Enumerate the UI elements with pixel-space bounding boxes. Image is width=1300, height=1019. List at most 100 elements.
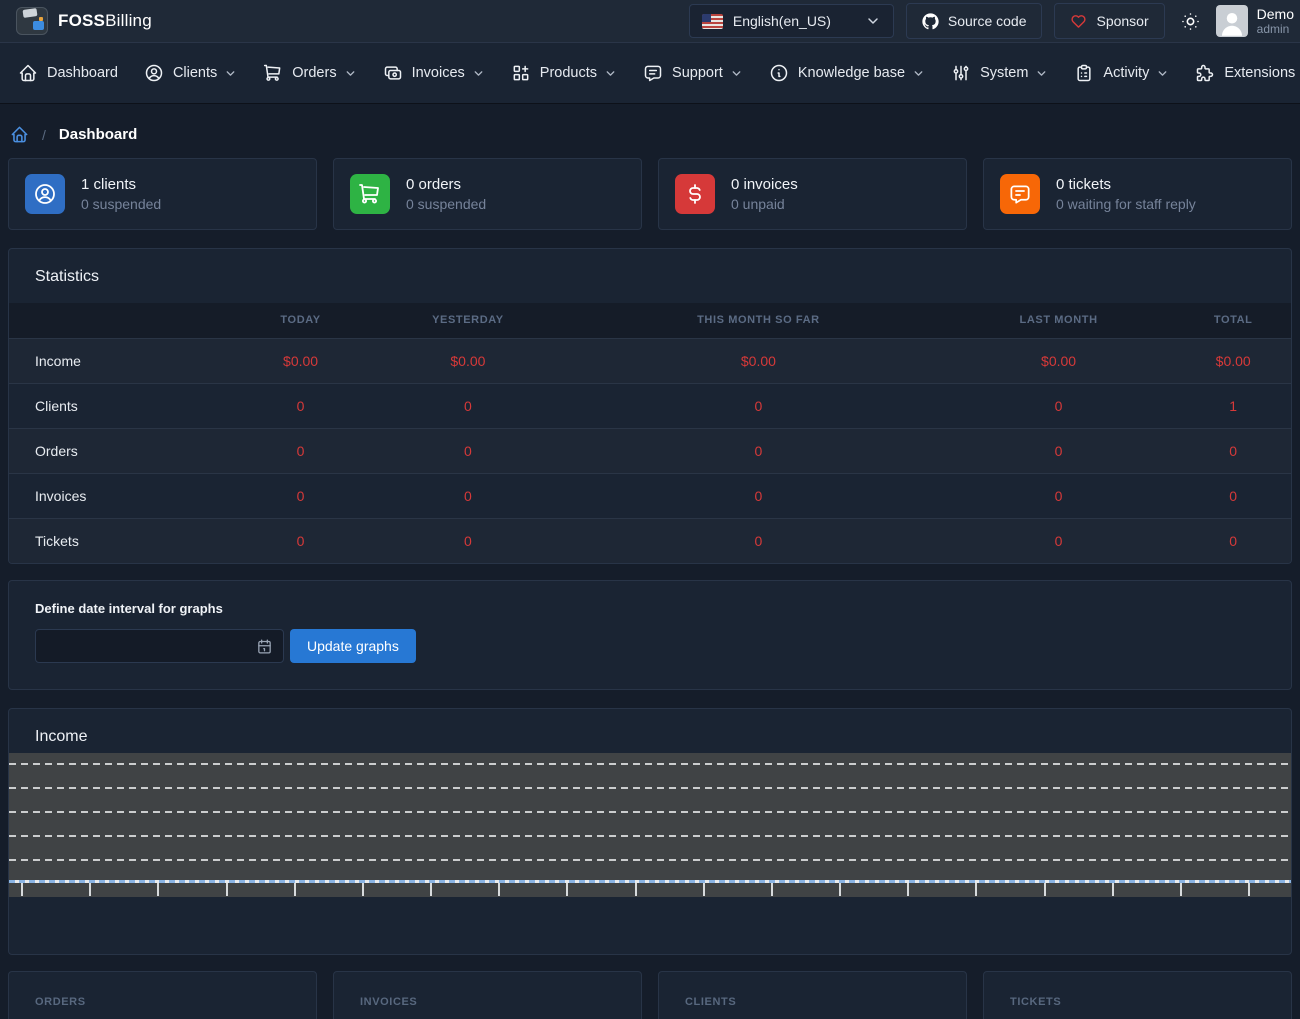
source-code-button[interactable]: Source code — [906, 3, 1043, 39]
message-icon — [1000, 174, 1040, 214]
cell-value: $0.00 — [575, 338, 942, 383]
breadcrumb-home-icon[interactable] — [10, 125, 29, 144]
row-label: Clients — [9, 383, 240, 428]
cell-value: 0 — [942, 473, 1176, 518]
cell-value: 0 — [575, 383, 942, 428]
chart-x-tick — [839, 883, 841, 896]
invoices-panel-title: Invoices — [360, 996, 615, 1008]
chart-x-tick — [703, 883, 705, 896]
chevron-down-icon — [344, 67, 357, 80]
nav-item-activity[interactable]: Activity — [1062, 54, 1181, 92]
nav-item-invoices[interactable]: Invoices — [371, 54, 497, 92]
nav-item-dashboard[interactable]: Dashboard — [6, 54, 130, 92]
stat-card-invoices[interactable]: 0 invoices 0 unpaid — [658, 158, 967, 230]
nav-item-system[interactable]: System — [939, 54, 1060, 92]
top-bar: FOSSBilling English(en_US) Source code S… — [0, 0, 1300, 42]
date-interval-label: Define date interval for graphs — [35, 601, 1265, 616]
table-row-income: Income $0.00 $0.00 $0.00 $0.00 $0.00 — [9, 338, 1291, 383]
income-chart-area[interactable] — [9, 753, 1291, 897]
puzzle-icon — [1195, 63, 1215, 83]
clients-panel: Clients — [658, 971, 967, 1019]
stat-card-orders[interactable]: 0 orders 0 suspended — [333, 158, 642, 230]
orders-panel-title: Orders — [35, 996, 290, 1008]
user-role: admin — [1257, 22, 1294, 36]
stat-subtitle: 0 suspended — [406, 195, 486, 214]
stat-title: 0 invoices — [731, 175, 798, 195]
bottom-cards-row: Orders Invoices Clients Tickets — [8, 971, 1292, 1019]
stat-subtitle: 0 waiting for staff reply — [1056, 195, 1196, 214]
nav-label: Dashboard — [47, 65, 118, 81]
user-circle-icon — [25, 174, 65, 214]
chart-x-tick — [975, 883, 977, 896]
stat-card-tickets[interactable]: 0 tickets 0 waiting for staff reply — [983, 158, 1292, 230]
clients-panel-title: Clients — [685, 996, 940, 1008]
row-label: Invoices — [9, 473, 240, 518]
nav-item-extensions[interactable]: Extensions — [1183, 54, 1300, 92]
stat-title: 1 clients — [81, 175, 161, 195]
date-range-field[interactable] — [46, 638, 256, 654]
row-label: Tickets — [9, 518, 240, 563]
nav-item-support[interactable]: Support — [631, 54, 755, 92]
breadcrumb: / Dashboard — [10, 125, 1290, 144]
adjustments-icon — [951, 63, 971, 83]
sun-icon — [1181, 12, 1200, 31]
cell-value: 0 — [240, 518, 360, 563]
chevron-down-icon — [730, 67, 743, 80]
nav-item-products[interactable]: Products — [499, 54, 629, 92]
cell-value: 0 — [942, 518, 1176, 563]
chart-x-tick — [1044, 883, 1046, 896]
row-label: Orders — [9, 428, 240, 473]
cell-value: 0 — [361, 428, 575, 473]
chart-x-tick — [771, 883, 773, 896]
chart-x-tick — [362, 883, 364, 896]
cash-icon — [383, 63, 403, 83]
chart-gridline — [9, 811, 1291, 813]
nav-label: System — [980, 65, 1028, 81]
sponsor-button[interactable]: Sponsor — [1054, 3, 1164, 39]
brand-text: FOSSBilling — [58, 11, 152, 31]
chart-x-tick — [157, 883, 159, 896]
chevron-down-icon — [224, 67, 237, 80]
cell-value: 0 — [361, 518, 575, 563]
nav-item-orders[interactable]: Orders — [251, 54, 368, 92]
cell-value: 0 — [575, 473, 942, 518]
chart-x-tick — [498, 883, 500, 896]
update-graphs-button[interactable]: Update graphs — [290, 629, 416, 663]
statistics-title: Statistics — [9, 249, 1291, 303]
sponsor-label: Sponsor — [1096, 13, 1148, 29]
chart-x-tick — [430, 883, 432, 896]
nav-item-knowledge-base[interactable]: Knowledge base — [757, 54, 937, 92]
cell-value: $0.00 — [361, 338, 575, 383]
language-select[interactable]: English(en_US) — [689, 4, 894, 38]
theme-toggle-button[interactable] — [1177, 8, 1204, 35]
chart-gridline — [9, 835, 1291, 837]
col-header-yesterday: Yesterday — [361, 303, 575, 338]
user-menu[interactable]: Demo admin — [1216, 5, 1294, 37]
shopping-cart-icon — [263, 63, 283, 83]
date-range-input[interactable] — [35, 629, 284, 663]
cell-value: 0 — [1175, 518, 1291, 563]
col-header-last-month: Last month — [942, 303, 1176, 338]
income-chart-title: Income — [9, 709, 1291, 746]
message-icon — [643, 63, 663, 83]
stat-card-clients[interactable]: 1 clients 0 suspended — [8, 158, 317, 230]
breadcrumb-separator: / — [42, 127, 46, 143]
brand[interactable]: FOSSBilling — [16, 7, 152, 35]
income-chart-card: Income — [8, 708, 1292, 955]
col-header-total: Total — [1175, 303, 1291, 338]
cell-value: 0 — [1175, 428, 1291, 473]
cell-value: 0 — [942, 428, 1176, 473]
chart-gridline — [9, 787, 1291, 789]
us-flag-icon — [702, 14, 723, 29]
chart-x-tick — [1248, 883, 1250, 896]
nav-label: Clients — [173, 65, 217, 81]
col-header-this-month: This month so far — [575, 303, 942, 338]
cell-value: $0.00 — [942, 338, 1176, 383]
chevron-down-icon — [912, 67, 925, 80]
table-row-tickets: Tickets 0 0 0 0 0 — [9, 518, 1291, 563]
col-header-empty — [9, 303, 240, 338]
cell-value: 1 — [1175, 383, 1291, 428]
info-circle-icon — [769, 63, 789, 83]
cell-value: 0 — [1175, 473, 1291, 518]
nav-item-clients[interactable]: Clients — [132, 54, 249, 92]
